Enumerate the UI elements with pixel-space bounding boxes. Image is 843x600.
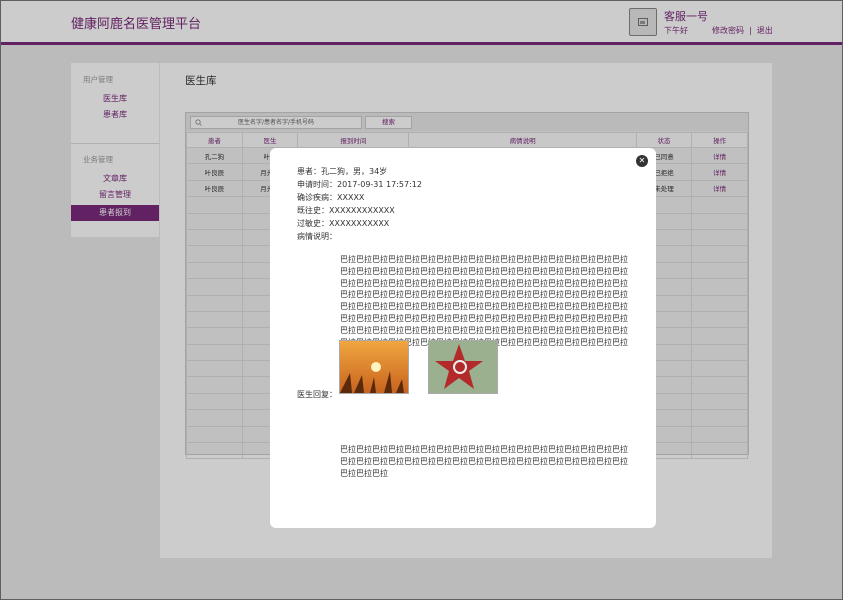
patient-info: 患者：孔二狗，男，34岁	[297, 167, 388, 176]
close-icon[interactable]: ✕	[636, 155, 648, 167]
star-photo	[429, 341, 497, 393]
medical-history: 既往史：XXXXXXXXXXXX	[297, 206, 395, 215]
sunset-photo	[340, 341, 408, 393]
patient-detail-modal: ✕ 患者：孔二狗，男，34岁 申请时间：2017-09-31 17:57:12 …	[270, 148, 656, 528]
reply-label: 医生回复：	[297, 390, 337, 399]
reply-text: 巴拉巴拉巴拉巴拉巴拉巴拉巴拉巴拉巴拉巴拉巴拉巴拉巴拉巴拉巴拉巴拉巴拉巴拉巴拉巴拉…	[340, 445, 628, 478]
attachment-image-star[interactable]	[428, 340, 498, 394]
condition-label: 病情说明：	[297, 232, 337, 241]
diagnosis: 确诊疾病：XXXXX	[297, 193, 365, 202]
attachment-image-sunset[interactable]	[339, 340, 409, 394]
apply-time: 申请时间：2017-09-31 17:57:12	[297, 180, 422, 189]
allergy-history: 过敏史：XXXXXXXXXXX	[297, 219, 390, 228]
